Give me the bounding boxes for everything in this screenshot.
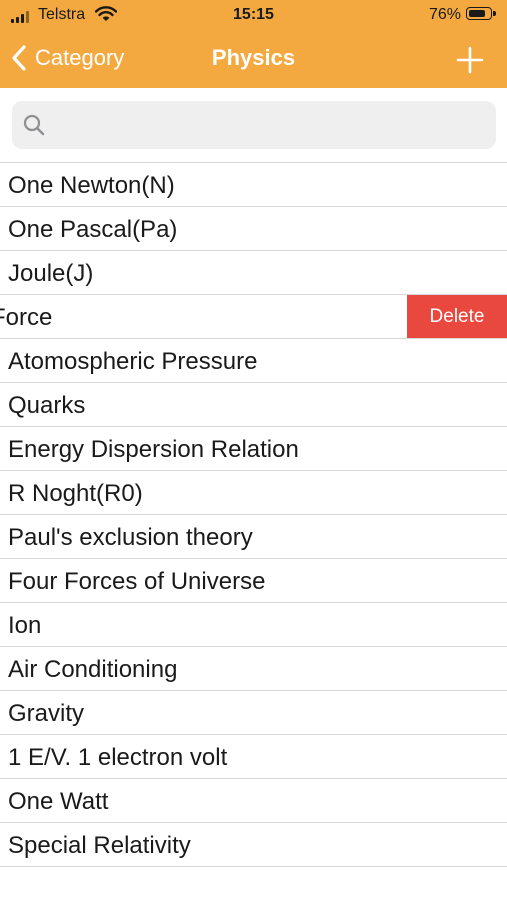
search-bar[interactable] (12, 101, 496, 151)
list-item[interactable]: m-Force Delete (0, 295, 507, 339)
list-item[interactable]: Quarks (0, 383, 507, 427)
list-item-label: Gravity (8, 700, 85, 727)
battery-percentage: 76% (429, 6, 462, 23)
list-item-label: Atomospheric Pressure (8, 348, 258, 375)
topic-list: One Newton(N) One Pascal(Pa) Joule(J) m-For… (0, 162, 507, 867)
list-item[interactable]: R Noght(R0) (0, 471, 507, 515)
list-item[interactable]: One Pascal(Pa) (0, 207, 507, 251)
navigation-header: Telstra 15:15 76% Category Physics (0, 0, 507, 88)
list-item-label: Special Relativity (8, 832, 191, 859)
list-item[interactable]: One Newton(N) (0, 163, 507, 207)
list-item[interactable]: Joule(J) (0, 251, 507, 295)
list-item-label: One Newton(N) (8, 172, 175, 199)
list-item-label: 1 E/V. 1 electron volt (8, 744, 228, 771)
list-item-label: Four Forces of Universe (8, 568, 266, 595)
list-item[interactable]: Paul's exclusion theory (0, 515, 507, 559)
list-item[interactable]: Special Relativity (0, 823, 507, 867)
list-item[interactable]: Ion (0, 603, 507, 647)
list-item[interactable]: Four Forces of Universe (0, 559, 507, 603)
plus-icon[interactable] (456, 46, 484, 74)
list-item-label: Air Conditioning (8, 656, 178, 683)
list-item-label: R Noght(R0) (8, 480, 143, 507)
list-item[interactable]: Gravity (0, 691, 507, 735)
back-button-label: Category (35, 45, 125, 70)
list-item-label: Energy Dispersion Relation (8, 436, 299, 463)
list-item-label: m-Force (0, 304, 53, 331)
battery-icon (466, 7, 496, 20)
list-item-label: Paul's exclusion theory (8, 524, 253, 551)
status-bar: Telstra 15:15 76% (0, 0, 507, 30)
list-item[interactable]: Air Conditioning (0, 647, 507, 691)
list-item-label: One Pascal(Pa) (8, 216, 178, 243)
list-item-label: Ion (8, 612, 42, 639)
list-item[interactable]: One Watt (0, 779, 507, 823)
list-item[interactable]: Energy Dispersion Relation (0, 427, 507, 471)
chevron-left-icon (12, 45, 26, 71)
delete-button[interactable]: Delete (407, 295, 507, 338)
search-input[interactable] (52, 101, 492, 151)
list-item[interactable]: Atomospheric Pressure (0, 339, 507, 383)
back-button[interactable]: Category (10, 42, 124, 74)
list-item-label: One Watt (8, 788, 109, 815)
search-icon (23, 114, 45, 136)
list-item-label: Joule(J) (8, 260, 94, 287)
list-item[interactable]: 1 E/V. 1 electron volt (0, 735, 507, 779)
list-item-label: Quarks (8, 392, 86, 419)
